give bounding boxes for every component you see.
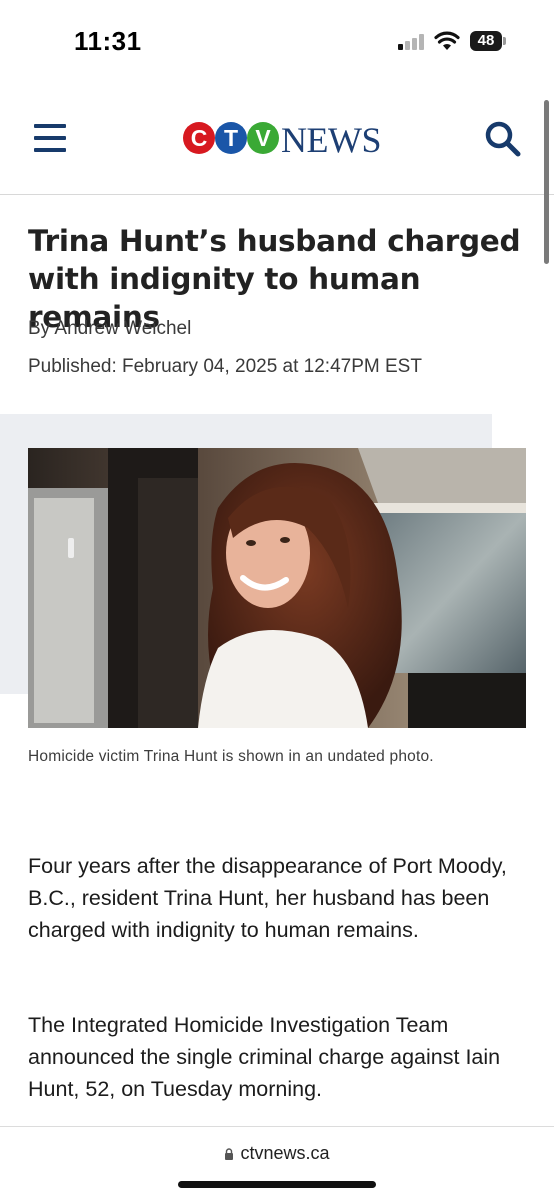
url-text: ctvnews.ca: [240, 1143, 330, 1163]
site-header: C T V NEWS: [0, 84, 554, 195]
lock-icon: [225, 1148, 234, 1160]
article-paragraph: Four years after the disappearance of Po…: [28, 854, 507, 942]
logo-v-circle: V: [247, 122, 279, 154]
menu-button[interactable]: [34, 124, 66, 152]
search-button[interactable]: [484, 120, 522, 158]
article-byline[interactable]: By Andrew Weichel: [28, 318, 191, 340]
status-time: 11:31: [74, 26, 142, 56]
logo-letter-v: V: [255, 125, 271, 151]
article-photo[interactable]: [28, 448, 526, 728]
cellular-signal-icon: [398, 34, 426, 50]
logo-letter-t: T: [224, 125, 238, 151]
search-icon: [485, 121, 521, 157]
article-paragraph: The Integrated Homicide Investigation Te…: [28, 1013, 501, 1101]
url-display[interactable]: ctvnews.ca: [0, 1143, 554, 1164]
photo-caption: Homicide victim Trina Hunt is shown in a…: [28, 748, 434, 765]
home-indicator[interactable]: [178, 1181, 376, 1188]
battery-level: 48: [470, 31, 502, 51]
status-bar: 11:31 48: [0, 0, 554, 84]
battery-icon: 48: [470, 31, 506, 51]
logo-news-word: NEWS: [281, 120, 382, 160]
ctv-news-logo[interactable]: C T V NEWS: [183, 120, 382, 160]
menu-icon: [34, 124, 66, 128]
wifi-icon: [434, 30, 460, 52]
browser-address-bar[interactable]: ctvnews.ca: [0, 1126, 554, 1200]
photo-illustration: [28, 448, 526, 728]
logo-letter-c: C: [191, 125, 208, 151]
published-date: Published: February 04, 2025 at 12:47PM …: [28, 356, 422, 377]
page-scrollbar[interactable]: [544, 100, 549, 264]
logo-t-circle: T: [215, 122, 247, 154]
logo-c-circle: C: [183, 122, 215, 154]
